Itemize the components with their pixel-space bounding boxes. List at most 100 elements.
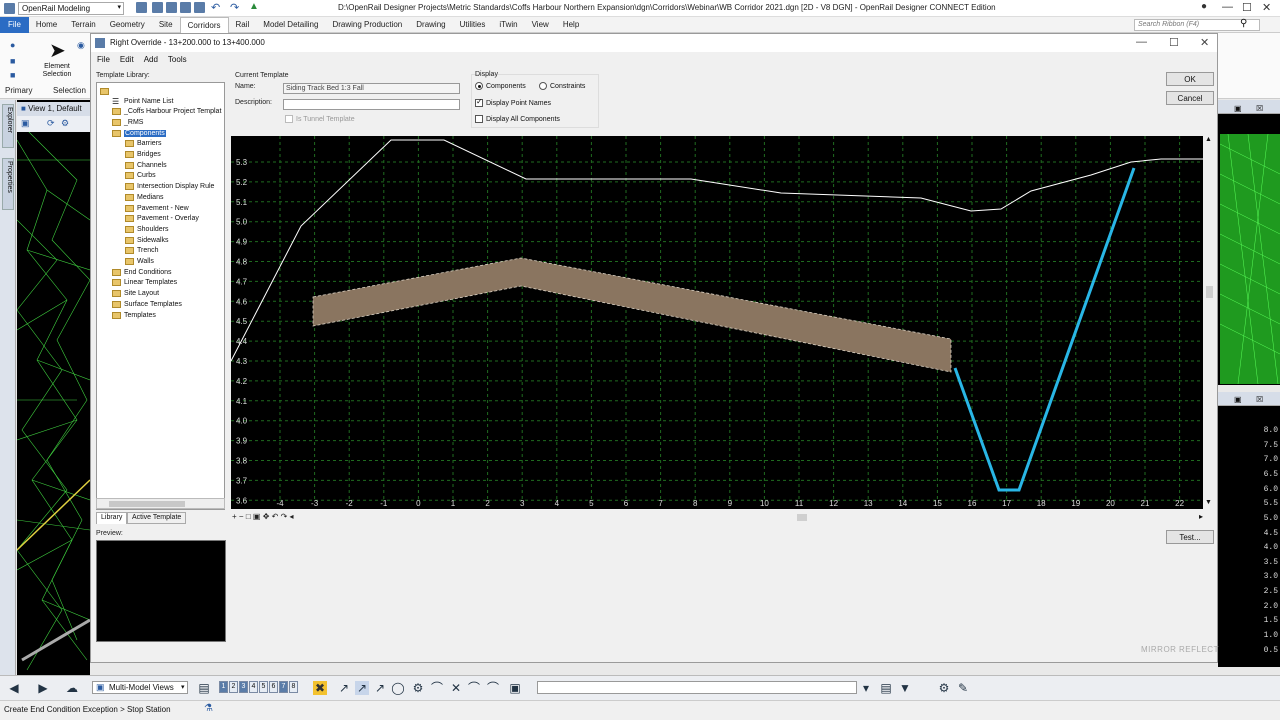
element-selection-button[interactable]: Element Selection [38, 63, 76, 79]
tree-horizontal-scrollbar[interactable] [96, 498, 225, 509]
menu-tools[interactable]: Tools [168, 55, 187, 65]
trim-icon[interactable]: ✕ [449, 681, 463, 695]
filter-icon[interactable]: ▼ [898, 681, 912, 695]
gear-icon[interactable]: ⚙ [411, 681, 425, 695]
view-toggle-8[interactable]: 8 [289, 681, 298, 693]
tree-item[interactable]: Intersection Display Rule [125, 182, 214, 192]
view-attributes-icon[interactable]: ▣ [21, 118, 30, 129]
tab-drawing-production[interactable]: Drawing Production [325, 17, 409, 33]
scrollbar-thumb[interactable] [797, 514, 807, 521]
tree-item[interactable]: _RMS [112, 117, 143, 127]
scrollbar-thumb[interactable] [109, 501, 185, 507]
fillet-icon[interactable]: ⌒ [467, 681, 481, 695]
tab-itwin[interactable]: iTwin [492, 17, 524, 33]
tab-drawing[interactable]: Drawing [409, 17, 452, 33]
menu-edit[interactable]: Edit [120, 55, 134, 65]
back-icon[interactable]: ◀ [7, 681, 21, 695]
tree-item[interactable]: Templates [112, 310, 156, 320]
tree-item[interactable]: Medians [125, 192, 163, 202]
rotate-view-icon[interactable]: ⟳ [47, 118, 55, 129]
close-button[interactable]: ✕ [1262, 1, 1271, 14]
save-icon[interactable] [166, 2, 177, 13]
template-viewer[interactable]: 5.3 5.2 5.1 5.0 4.9 4.8 4.7 4.6 4.5 4.4 4.3 4.2 4.1 4… [231, 136, 1215, 509]
tree-item[interactable]: Pavement - New [125, 203, 189, 213]
menu-file[interactable]: File [97, 55, 110, 65]
attach-tools-icon[interactable]: ● [10, 40, 15, 50]
right-bot-restore-icon[interactable]: ▣ [1234, 395, 1242, 404]
view-toggle-6[interactable]: 6 [269, 681, 278, 693]
tab-library[interactable]: Library [96, 512, 128, 524]
tab-properties[interactable]: Properties [2, 158, 14, 210]
previous-view-icon[interactable]: ↶ [272, 512, 279, 521]
new-file-icon[interactable] [136, 2, 147, 13]
view-toggle-5[interactable]: 5 [259, 681, 268, 693]
tree-item[interactable]: Trench [125, 246, 159, 256]
tree-item[interactable]: Site Layout [112, 289, 159, 299]
scroll-down-icon[interactable]: ▼ [1205, 499, 1212, 506]
tab-view[interactable]: View [525, 17, 556, 33]
dialog-minimize-button[interactable]: — [1136, 36, 1147, 48]
scrollbar-thumb[interactable] [1206, 286, 1213, 298]
viewer-vertical-scrollbar[interactable]: ▲ ▼ [1203, 136, 1215, 509]
search-icon[interactable]: ⚲ [1240, 18, 1247, 29]
maximize-button[interactable]: ☐ [1242, 1, 1252, 14]
view-toggle-4[interactable]: 4 [249, 681, 258, 693]
user-icon[interactable]: ● [1201, 1, 1207, 12]
tree-item[interactable]: ☰ Point Name List [112, 96, 173, 106]
lock-icon[interactable]: ⚗ [204, 703, 213, 714]
tab-file[interactable]: File [0, 17, 29, 33]
fit-view-icon[interactable]: □ [246, 512, 251, 521]
cancel-button[interactable]: Cancel [1166, 91, 1214, 105]
chamfer-icon[interactable]: ⌒ [486, 681, 500, 695]
element-selection-icon[interactable]: ➤ [49, 38, 66, 63]
tab-home[interactable]: Home [29, 17, 64, 33]
chevron-down-icon[interactable]: ▾ [859, 681, 873, 695]
forward-icon[interactable]: ▶ [36, 681, 50, 695]
view-toggle-7[interactable]: 7 [279, 681, 288, 693]
settings-icon[interactable]: ⚙ [61, 118, 69, 129]
template-description-field[interactable] [283, 99, 460, 110]
selection-tool-icon[interactable]: ■ [10, 56, 15, 66]
view1-canvas[interactable] [17, 100, 90, 675]
view-toggle-2[interactable]: 2 [229, 681, 238, 693]
template-library-tree[interactable]: ☰ Point Name List _Coffs Harbour Project … [96, 82, 225, 510]
tree-root[interactable] [100, 86, 112, 96]
pan-icon[interactable]: ✥ [263, 512, 270, 521]
minimize-button[interactable]: — [1222, 1, 1233, 13]
tab-terrain[interactable]: Terrain [64, 17, 102, 33]
tree-item[interactable]: End Conditions [112, 267, 171, 277]
dialog-close-button[interactable]: ✕ [1200, 36, 1209, 49]
tree-item[interactable]: Linear Templates [112, 278, 177, 288]
multi-model-views-select[interactable]: Multi-Model Views [92, 681, 188, 694]
pin-icon[interactable]: ▲ [249, 1, 259, 12]
scroll-right-icon[interactable]: ▸ [1199, 512, 1203, 521]
display-point-names-checkbox[interactable]: Display Point Names [475, 97, 551, 107]
line-tool-icon[interactable]: ↗ [337, 681, 351, 695]
tree-item[interactable]: Surface Templates [112, 299, 182, 309]
tree-item[interactable]: Bridges [125, 150, 161, 160]
tree-item[interactable]: Sidewalks [125, 235, 169, 245]
pen-icon[interactable]: ✎ [956, 681, 970, 695]
view-groups-icon[interactable]: ▤ [197, 681, 211, 695]
level-display-icon[interactable]: ▤ [879, 681, 893, 695]
tree-item[interactable]: _Coffs Harbour Project Templat [112, 107, 221, 117]
snap-grid-icon[interactable]: ↗ [355, 681, 369, 695]
tree-item[interactable]: Walls [125, 257, 154, 267]
scroll-up-icon[interactable]: ▲ [1205, 136, 1212, 143]
view-toggle-1[interactable]: 1 [219, 681, 228, 693]
tree-item[interactable]: Shoulders [125, 224, 169, 234]
snap-mode-icon[interactable]: ⚙ [937, 681, 951, 695]
display-tool-icon[interactable]: ■ [10, 70, 15, 80]
components-radio[interactable]: Components [475, 82, 526, 90]
key-in-field[interactable] [537, 681, 857, 694]
template-name-field[interactable]: Siding Track Bed 1:3 Fall [283, 83, 460, 94]
scroll-left-icon[interactable]: ◂ [290, 512, 294, 521]
tab-site[interactable]: Site [152, 17, 180, 33]
test-button[interactable]: Test... [1166, 530, 1214, 544]
tab-corridors[interactable]: Corridors [179, 17, 229, 33]
right-top-view[interactable] [1218, 100, 1280, 385]
tab-help[interactable]: Help [556, 17, 586, 33]
zoom-in-icon[interactable]: + [232, 512, 237, 521]
display-all-components-checkbox[interactable]: Display All Components [475, 115, 560, 123]
redo-icon[interactable]: ↷ [230, 1, 239, 14]
